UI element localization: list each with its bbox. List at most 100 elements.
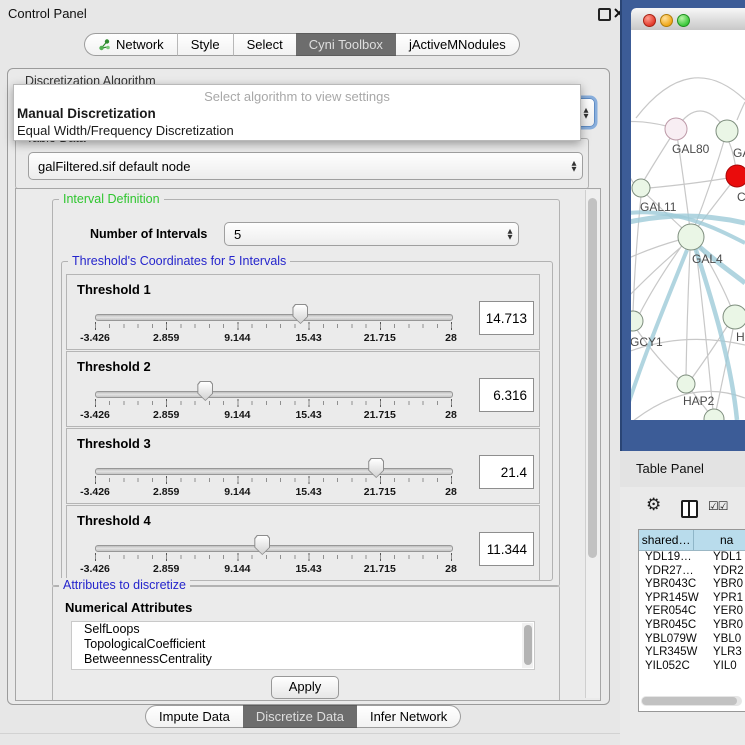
table-row[interactable]: YBR045CYBR0: [639, 619, 745, 633]
threshold-value-field[interactable]: 14.713: [479, 301, 534, 335]
cell-name[interactable]: YBR0: [707, 578, 743, 592]
attributes-listbox[interactable]: SelfLoopsTopologicalCoefficientBetweenne…: [71, 621, 535, 670]
apply-button[interactable]: Apply: [271, 676, 339, 699]
column-header-shared[interactable]: shared…: [639, 530, 694, 550]
tab-label: Cyni Toolbox: [309, 37, 383, 52]
table-row[interactable]: YBR043CYBR0: [639, 578, 745, 592]
slider-track[interactable]: [95, 468, 453, 475]
slider-thumb[interactable]: [197, 381, 213, 401]
tab-discretize-data[interactable]: Discretize Data: [243, 705, 357, 728]
attribute-list-item[interactable]: SelfLoops: [72, 622, 534, 637]
network-node[interactable]: [678, 224, 704, 250]
network-edge: [631, 164, 634, 184]
table-data-combobox[interactable]: galFiltered.sif default node ▲▼: [28, 152, 583, 180]
cell-name[interactable]: YDL1: [707, 551, 742, 565]
tab-select[interactable]: Select: [233, 33, 296, 56]
node-label: GAL80: [672, 142, 710, 156]
dropdown-placeholder-item[interactable]: Select algorithm to view settings: [14, 85, 580, 105]
table-hscrollbar[interactable]: [641, 696, 742, 706]
number-of-intervals-label: Number of Intervals: [90, 227, 207, 241]
float-window-icon[interactable]: [598, 8, 611, 21]
cell-shared-name[interactable]: YIL052C: [639, 660, 707, 670]
network-node[interactable]: [665, 118, 687, 140]
cell-name[interactable]: YDR2: [707, 565, 744, 579]
scrollbar-thumb[interactable]: [642, 697, 737, 705]
network-canvas[interactable]: GAL80GACGAL11GAL4GCY1HHAP2: [631, 30, 745, 420]
cell-name[interactable]: YIL0: [707, 660, 737, 670]
combobox-arrows-icon[interactable]: ▲▼: [566, 160, 582, 172]
network-edge: [631, 240, 679, 262]
attributes-group-label: Attributes to discretize: [59, 578, 190, 592]
node-label: HAP2: [683, 394, 715, 408]
cell-name[interactable]: YBR0: [707, 619, 743, 633]
cell-shared-name[interactable]: YBR045C: [639, 619, 707, 633]
tab-style[interactable]: Style: [177, 33, 233, 56]
cell-shared-name[interactable]: YDR27…: [639, 565, 707, 579]
slider-track[interactable]: [95, 391, 453, 398]
table-header-row: shared… na: [639, 530, 745, 551]
thresholds-group-label: Threshold's Coordinates for 5 Intervals: [68, 254, 290, 268]
minimize-traffic-light-icon[interactable]: [660, 14, 673, 27]
dropdown-option-equal-width[interactable]: Equal Width/Frequency Discretization: [14, 122, 580, 139]
attributes-scrollbar[interactable]: [522, 623, 533, 668]
spinner-arrows-icon[interactable]: ▲▼: [502, 228, 518, 240]
table-row[interactable]: YDL19…YDL1: [639, 551, 745, 565]
cell-shared-name[interactable]: YER054C: [639, 605, 707, 619]
table-row[interactable]: YBL079WYBL0: [639, 633, 745, 647]
slider-track[interactable]: [95, 545, 453, 552]
cell-name[interactable]: YLR3: [707, 646, 742, 660]
cell-name[interactable]: YER0: [707, 605, 743, 619]
attribute-list-item[interactable]: TopologicalCoefficient: [72, 637, 534, 652]
threshold-value-field[interactable]: 21.4: [479, 455, 534, 489]
panel-title: Control Panel: [8, 6, 87, 21]
tab-jactivemnodules[interactable]: jActiveMNodules: [396, 33, 520, 56]
cell-shared-name[interactable]: YPR145W: [639, 592, 707, 606]
zoom-traffic-light-icon[interactable]: [677, 14, 690, 27]
network-node[interactable]: [716, 120, 738, 142]
scrollbar-thumb[interactable]: [588, 198, 597, 558]
checkboxes-icon[interactable]: ☑☑: [708, 499, 728, 513]
table-row[interactable]: YDR27…YDR2: [639, 565, 745, 579]
network-node[interactable]: [632, 179, 650, 197]
cell-shared-name[interactable]: YBR043C: [639, 578, 707, 592]
tick-label: 28: [445, 563, 457, 575]
tab-label: Select: [247, 37, 283, 52]
tab-infer-network[interactable]: Infer Network: [357, 705, 461, 728]
threshold-value-field[interactable]: 6.316: [479, 378, 534, 412]
slider-thumb[interactable]: [254, 535, 270, 555]
attribute-list-item[interactable]: BetweennessCentrality: [72, 652, 534, 667]
tab-impute-data[interactable]: Impute Data: [145, 705, 243, 728]
close-traffic-light-icon[interactable]: [643, 14, 656, 27]
app-window: Control Panel Network Style Select Cyni …: [0, 0, 745, 745]
gear-icon[interactable]: ⚙: [646, 495, 661, 515]
cell-shared-name[interactable]: YBL079W: [639, 633, 707, 647]
slider-track[interactable]: [95, 314, 453, 321]
table-panel-title: Table Panel: [636, 461, 704, 476]
threshold-value-field[interactable]: 11.344: [479, 532, 534, 566]
slider-thumb[interactable]: [368, 458, 384, 478]
top-tabbar: Network Style Select Cyni Toolbox jActiv…: [84, 33, 520, 56]
cell-name[interactable]: YBL0: [707, 633, 741, 647]
table-row[interactable]: YIL052CYIL0: [639, 660, 745, 670]
slider-thumb[interactable]: [292, 304, 308, 324]
cell-shared-name[interactable]: YLR345W: [639, 646, 707, 660]
table-row[interactable]: YER054CYER0: [639, 605, 745, 619]
cell-name[interactable]: YPR1: [707, 592, 743, 606]
table-row[interactable]: YPR145WYPR1: [639, 592, 745, 606]
dropdown-option-manual[interactable]: Manual Discretization: [14, 105, 580, 122]
column-header-name[interactable]: na: [694, 530, 745, 550]
network-node[interactable]: [723, 305, 745, 329]
network-node[interactable]: [677, 375, 695, 393]
network-window-titlebar: [631, 8, 745, 31]
split-columns-icon[interactable]: [681, 500, 698, 518]
intervals-value: 5: [225, 227, 502, 242]
cell-shared-name[interactable]: YDL19…: [639, 551, 707, 565]
tab-network[interactable]: Network: [84, 33, 177, 56]
tab-cyni-toolbox[interactable]: Cyni Toolbox: [296, 33, 396, 56]
settings-scrollbar[interactable]: [585, 190, 600, 698]
slider-minor-ticks: [95, 555, 452, 559]
number-of-intervals-spinner[interactable]: 5 ▲▼: [224, 222, 519, 246]
network-node[interactable]: [726, 165, 745, 187]
network-node[interactable]: [631, 311, 643, 331]
table-row[interactable]: YLR345WYLR3: [639, 646, 745, 660]
